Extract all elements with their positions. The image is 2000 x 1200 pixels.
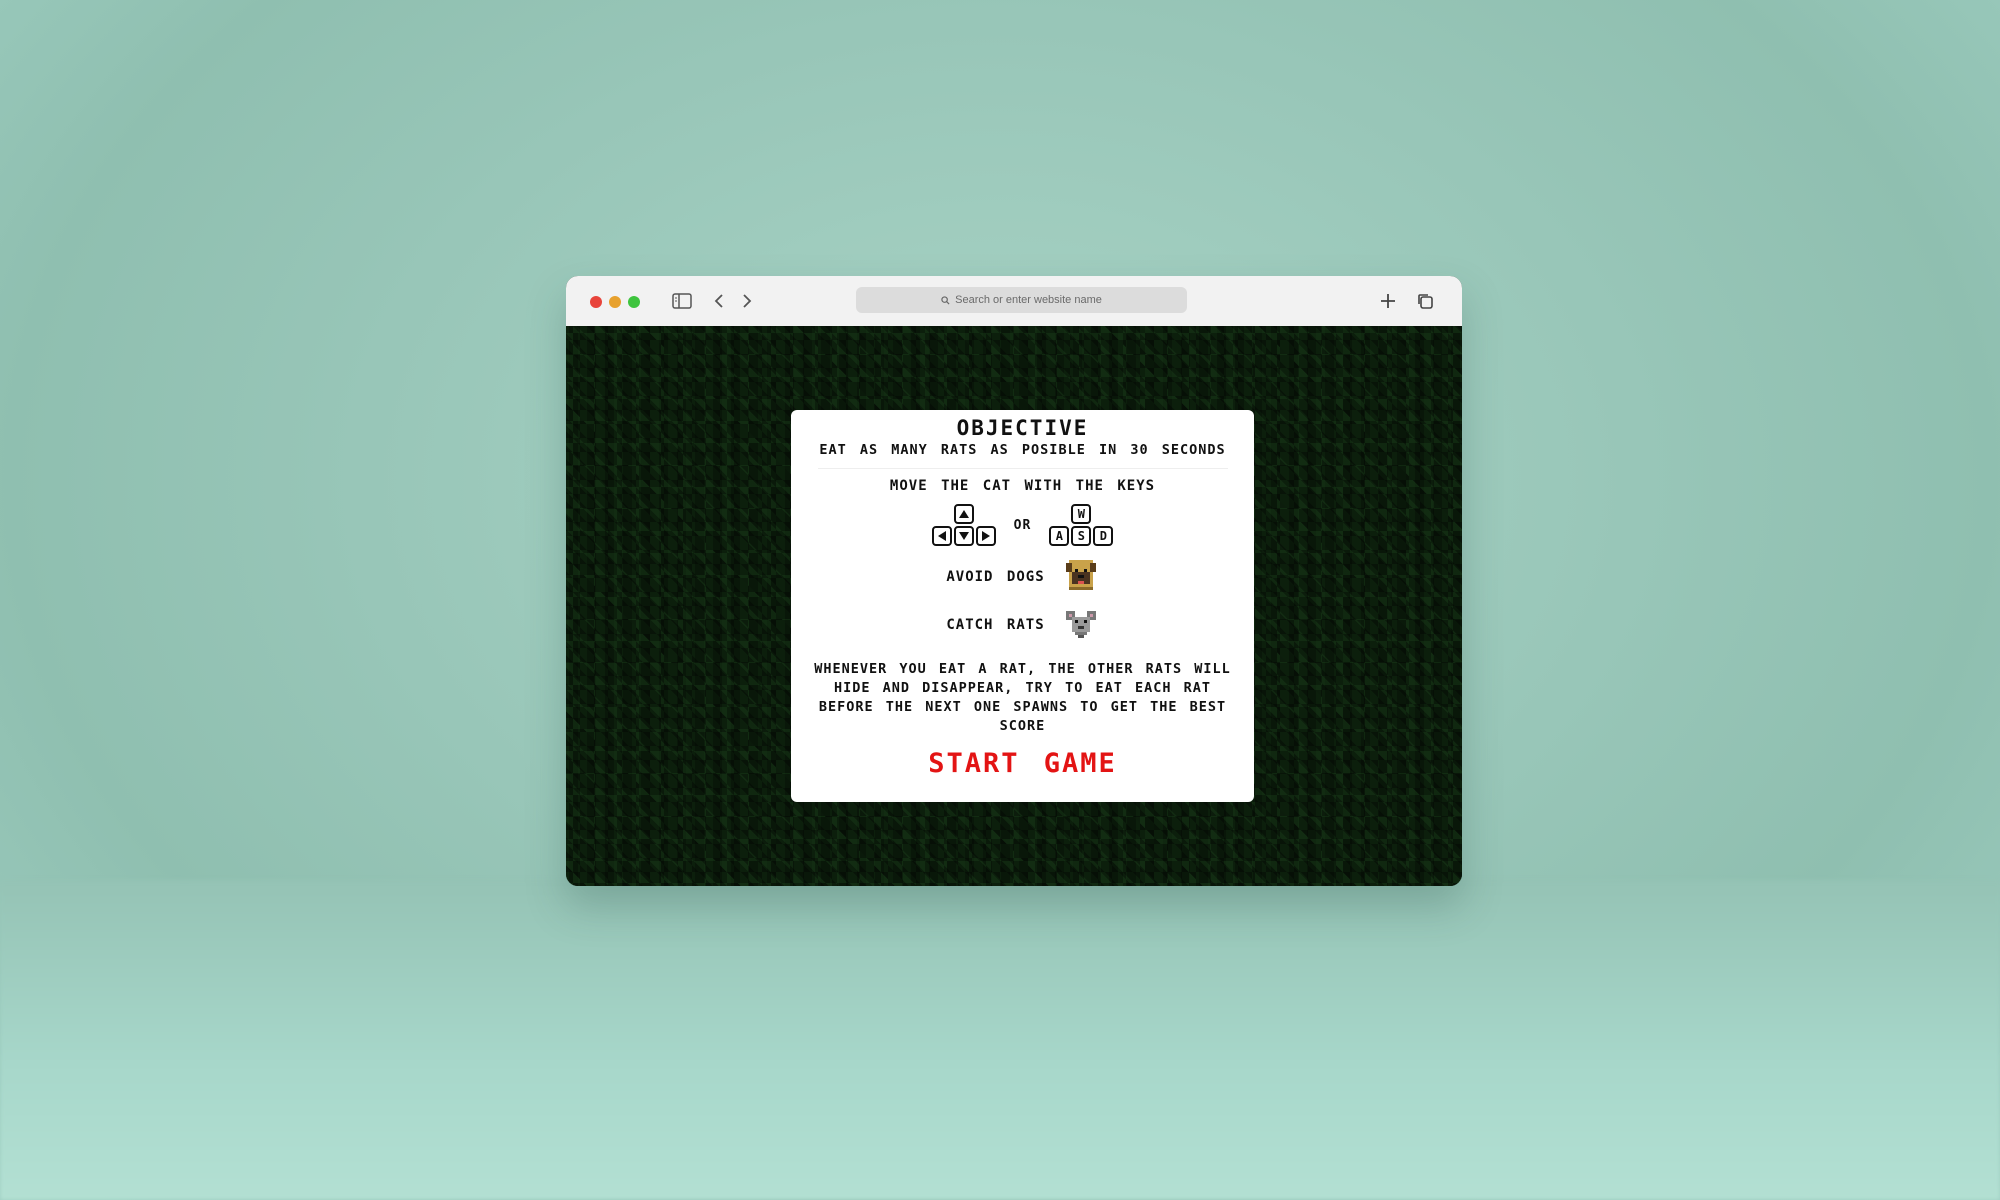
catch-rats-row: CATCH RATS (791, 606, 1254, 644)
key-spacer (1049, 504, 1069, 524)
move-instructions: MOVE THE CAT WITH THE KEYS (889, 478, 1156, 494)
or-label: OR (1013, 517, 1032, 533)
backdrop-floor (0, 880, 2000, 1200)
dog-icon (1063, 557, 1099, 597)
arrow-right-icon (975, 526, 996, 546)
start-game-button[interactable]: START GAME (928, 748, 1117, 779)
close-icon[interactable] (590, 296, 602, 308)
back-icon[interactable] (706, 288, 732, 314)
rules-paragraph: WHENEVER YOU EAT A RAT, THE OTHER RATS W… (814, 661, 1231, 734)
avoid-dogs-row: AVOID DOGS (791, 558, 1254, 596)
forward-icon[interactable] (734, 288, 760, 314)
key-a: A (1049, 526, 1070, 546)
objective-subtitle: EAT AS MANY RATS AS POSIBLE IN 30 SECOND… (819, 442, 1226, 458)
tabs-overview-icon[interactable] (1412, 288, 1438, 314)
arrow-left-icon (931, 526, 952, 546)
address-placeholder: Search or enter website name (955, 294, 1102, 306)
sidebar-icon[interactable] (669, 288, 695, 314)
address-bar[interactable]: Search or enter website name (856, 287, 1187, 313)
maximize-icon[interactable] (628, 296, 640, 308)
key-spacer (932, 504, 952, 524)
key-spacer (976, 504, 996, 524)
wasd-keys: W A S D (1049, 504, 1114, 546)
game-area: OBJECTIVE EAT AS MANY RATS AS POSIBLE IN… (566, 326, 1462, 886)
browser-toolbar: Search or enter website name (566, 276, 1462, 327)
objective-title: OBJECTIVE (956, 416, 1089, 440)
catch-rats-label: CATCH RATS (946, 617, 1045, 633)
browser-window: Search or enter website name OBJECTIVE E… (566, 276, 1462, 886)
avoid-dogs-label: AVOID DOGS (946, 569, 1045, 585)
instructions-card: OBJECTIVE EAT AS MANY RATS AS POSIBLE IN… (791, 410, 1254, 802)
arrow-down-icon (953, 526, 974, 546)
key-w: W (1071, 504, 1092, 524)
minimize-icon[interactable] (609, 296, 621, 308)
controls-row: OR W A S D (791, 502, 1254, 548)
new-tab-icon[interactable] (1375, 288, 1401, 314)
divider (817, 468, 1228, 469)
key-spacer (1093, 504, 1113, 524)
key-s: S (1071, 526, 1092, 546)
arrow-up-icon (953, 504, 974, 524)
rat-icon (1063, 605, 1099, 645)
search-icon (941, 295, 950, 305)
key-d: D (1093, 526, 1114, 546)
arrow-keys (931, 504, 996, 546)
